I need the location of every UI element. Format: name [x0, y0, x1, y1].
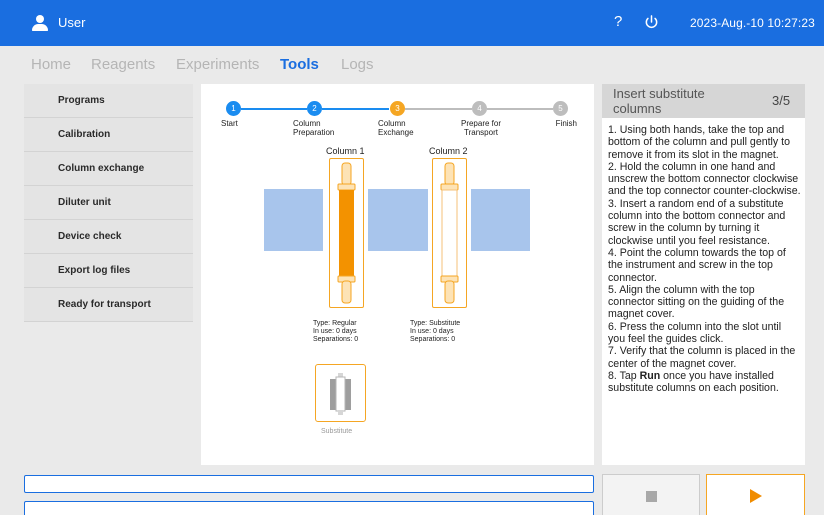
instruction-step: 5. Align the column with the top connect…	[608, 283, 785, 321]
run-button[interactable]	[706, 474, 805, 515]
play-icon	[750, 489, 762, 503]
sidebar-item-label: Calibration	[58, 129, 111, 140]
column-2-title: Column 2	[429, 146, 468, 156]
step-1-dot: 1	[226, 101, 241, 116]
step-label: Column Exchange	[378, 119, 414, 137]
top-bar: User ? 2023-Aug.-10 10:27:23	[0, 0, 824, 46]
magnet-block	[264, 189, 323, 251]
column-in-use: In use: 0 days	[410, 328, 454, 335]
substitute-column-icon	[330, 373, 351, 415]
column-separations: Separations: 0	[410, 336, 456, 343]
sidebar-item-label: Diluter unit	[58, 197, 111, 208]
instruction-step: 1. Using both hands, take the top and bo…	[608, 124, 790, 161]
sidebar-item-device-check[interactable]: Device check	[24, 220, 193, 254]
step-label: Finish	[555, 119, 577, 128]
stop-icon	[646, 491, 657, 502]
instruction-step: 8. Tap Run once you have installed subst…	[608, 369, 779, 395]
step-2-dot: 2	[307, 101, 322, 116]
substitute-column-selector[interactable]	[315, 364, 366, 422]
substitute-label: Substitute	[321, 428, 353, 435]
sidebar-item-label: Column exchange	[58, 163, 145, 174]
step-4-dot: 4	[472, 101, 487, 116]
column-type: Type: Substitute	[410, 320, 461, 327]
column-1-slot[interactable]	[329, 158, 364, 308]
status-field[interactable]	[24, 475, 594, 493]
user-label[interactable]: User	[58, 15, 85, 30]
step-connector	[241, 108, 307, 110]
main-nav: Home Reagents Experiments Tools Logs	[0, 46, 824, 82]
column-exchange-panel: 1 2 3 4 5 Start Column Preparation Colum…	[201, 84, 594, 465]
step-5-dot: 5	[553, 101, 568, 116]
sidebar-item-programs[interactable]: Programs	[24, 84, 193, 118]
substitute-column-icon	[440, 162, 459, 304]
tab-experiments[interactable]: Experiments	[176, 56, 259, 73]
column-2-info: Type: Substitute In use: 0 days Separati…	[410, 320, 460, 344]
help-icon[interactable]: ?	[614, 13, 622, 30]
instruction-step: 2. Hold the column in one hand and unscr…	[608, 160, 801, 198]
step-counter: 3/5	[772, 93, 791, 108]
instruction-step: 3. Insert a random end of a substitute c…	[608, 197, 786, 247]
sidebar-item-ready-for-transport[interactable]: Ready for transport	[24, 288, 193, 322]
column-2-slot[interactable]	[432, 158, 467, 308]
column-in-use: In use: 0 days	[313, 328, 357, 335]
message-field[interactable]	[24, 501, 594, 515]
magnet-block	[471, 189, 530, 251]
instruction-step: 4. Point the column towards the top of t…	[608, 246, 786, 284]
sidebar-item-diluter-unit[interactable]: Diluter unit	[24, 186, 193, 220]
step-connector	[487, 108, 553, 110]
sidebar-item-label: Device check	[58, 231, 122, 242]
tab-reagents[interactable]: Reagents	[91, 56, 155, 73]
column-separations: Separations: 0	[313, 336, 359, 343]
sidebar-item-label: Export log files	[58, 265, 131, 276]
magnet-block	[368, 189, 428, 251]
column-1-title: Column 1	[326, 146, 365, 156]
instruction-header: Insert substitute columns 3/5	[602, 84, 805, 118]
instruction-body: 1. Using both hands, take the top and bo…	[602, 118, 805, 465]
sidebar-item-export-log-files[interactable]: Export log files	[24, 254, 193, 288]
instruction-step: 6. Press the column into the slot until …	[608, 320, 782, 346]
sidebar-item-label: Programs	[58, 95, 105, 106]
sidebar-item-column-exchange[interactable]: Column exchange	[24, 152, 193, 186]
step-3-dot: 3	[390, 101, 405, 116]
step-label: Prepare for Transport	[460, 119, 502, 137]
instruction-text: 1. Using both hands, take the top and bo…	[608, 124, 801, 395]
column-type: Type: Regular	[313, 320, 357, 327]
column-1-info: Type: Regular In use: 0 days Separations…	[313, 320, 358, 344]
step-label: Start	[221, 119, 238, 128]
instruction-title: Insert substitute columns	[613, 86, 705, 116]
tab-tools[interactable]: Tools	[280, 56, 319, 73]
datetime: 2023-Aug.-10 10:27:23	[690, 16, 815, 30]
step-label: Column Preparation	[293, 119, 335, 137]
user-icon[interactable]	[32, 15, 48, 31]
sidebar-item-label: Ready for transport	[58, 299, 151, 310]
step-connector	[405, 108, 472, 110]
stop-button[interactable]	[602, 474, 700, 515]
regular-column-icon	[337, 162, 356, 304]
step-connector	[322, 108, 389, 110]
sidebar-item-calibration[interactable]: Calibration	[24, 118, 193, 152]
power-icon[interactable]	[644, 14, 659, 30]
tab-logs[interactable]: Logs	[341, 56, 374, 73]
instruction-step: 7. Verify that the column is placed in t…	[608, 345, 796, 370]
tools-sidebar: Programs Calibration Column exchange Dil…	[24, 84, 193, 322]
tab-home[interactable]: Home	[31, 56, 71, 73]
